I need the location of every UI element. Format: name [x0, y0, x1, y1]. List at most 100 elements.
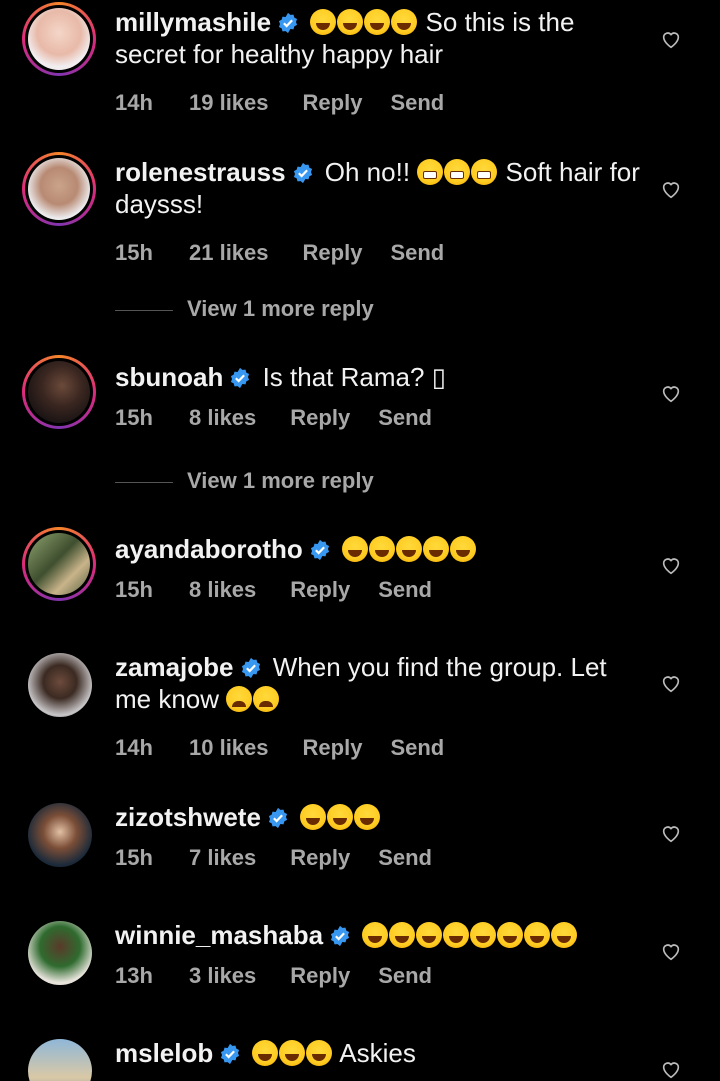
avatar[interactable] — [22, 152, 96, 226]
send-button[interactable]: Send — [390, 735, 444, 761]
username[interactable]: zizotshwete — [115, 802, 261, 832]
likes-count[interactable]: 8 likes — [189, 405, 256, 431]
rofl-emoji-icon — [389, 922, 416, 948]
likes-count[interactable]: 10 likes — [189, 735, 269, 761]
send-button[interactable]: Send — [378, 577, 432, 603]
reply-button[interactable]: Reply — [303, 90, 363, 116]
heart-icon[interactable] — [660, 178, 682, 200]
heart-icon[interactable] — [660, 382, 682, 404]
comment-time: 14h — [115, 735, 153, 760]
comment-time: 14h — [115, 90, 153, 115]
comment-item: mslelob Askies — [0, 1031, 720, 1081]
comment-body: Askies — [339, 1038, 416, 1068]
avatar[interactable] — [28, 803, 92, 867]
verified-badge-icon — [221, 1043, 240, 1065]
comment-text: ayandaborotho — [115, 533, 640, 565]
comment-text: zizotshwete — [115, 801, 640, 833]
grinning-emoji-icon — [310, 9, 337, 35]
rofl-emoji-icon — [443, 922, 470, 948]
avatar[interactable] — [28, 1039, 92, 1081]
username[interactable]: mslelob — [115, 1038, 213, 1068]
reply-button[interactable]: Reply — [303, 735, 363, 761]
comment-time: 13h — [115, 963, 153, 988]
heart-icon[interactable] — [660, 940, 682, 962]
likes-count[interactable]: 19 likes — [189, 90, 269, 116]
view-more-replies[interactable]: View 1 more reply — [115, 296, 374, 322]
send-button[interactable]: Send — [378, 963, 432, 989]
avatar[interactable] — [28, 921, 92, 985]
reply-button[interactable]: Reply — [290, 577, 350, 603]
verified-badge-icon — [293, 162, 312, 184]
reply-button[interactable]: Reply — [290, 963, 350, 989]
username[interactable]: ayandaborotho — [115, 534, 303, 564]
avatar[interactable] — [28, 653, 92, 717]
likes-count[interactable]: 21 likes — [189, 240, 269, 266]
avatar[interactable] — [22, 527, 96, 601]
username[interactable]: sbunoah — [115, 362, 223, 392]
comment-text: zamajobe When you find the group. Let me… — [115, 651, 640, 715]
joy-emoji-icon — [369, 536, 396, 562]
send-button[interactable]: Send — [390, 240, 444, 266]
likes-count[interactable]: 8 likes — [189, 577, 256, 603]
username[interactable]: rolenestrauss — [115, 157, 286, 187]
rofl-emoji-icon — [524, 922, 551, 948]
verified-badge-icon — [268, 807, 287, 829]
reply-button[interactable]: Reply — [303, 240, 363, 266]
comment-time: 15h — [115, 845, 153, 870]
comment-time: 15h — [115, 405, 153, 430]
likes-count[interactable]: 7 likes — [189, 845, 256, 871]
reply-button[interactable]: Reply — [290, 405, 350, 431]
comment-text: winnie_mashaba — [115, 919, 640, 951]
heart-icon[interactable] — [660, 822, 682, 844]
grinning-emoji-icon — [364, 9, 391, 35]
view-more-replies[interactable]: View 1 more reply — [115, 468, 374, 494]
grinning-emoji-icon — [337, 9, 364, 35]
view-more-label: View 1 more reply — [187, 296, 374, 321]
comment-time: 15h — [115, 577, 153, 602]
verified-badge-icon — [331, 925, 350, 947]
rofl-emoji-icon — [416, 922, 443, 948]
divider-line — [115, 481, 173, 483]
send-button[interactable]: Send — [378, 405, 432, 431]
grinning-emoji-icon — [354, 804, 381, 830]
joy-emoji-icon — [396, 536, 423, 562]
divider-line — [115, 309, 173, 311]
verified-badge-icon — [310, 539, 329, 561]
send-button[interactable]: Send — [390, 90, 444, 116]
grinning-emoji-icon — [300, 804, 327, 830]
weary-emoji-icon — [253, 686, 280, 712]
heart-icon[interactable] — [660, 672, 682, 694]
verified-badge-icon — [279, 12, 298, 34]
rofl-emoji-icon — [470, 922, 497, 948]
joy-emoji-icon — [423, 536, 450, 562]
username[interactable]: zamajobe — [115, 652, 234, 682]
heart-icon[interactable] — [660, 1058, 682, 1080]
grimacing-emoji-icon — [471, 159, 498, 185]
rofl-emoji-icon — [551, 922, 578, 948]
likes-count[interactable]: 3 likes — [189, 963, 256, 989]
comment-text: rolenestrauss Oh no!! Soft hair for days… — [115, 156, 640, 220]
username[interactable]: millymashile — [115, 7, 271, 37]
heart-icon[interactable] — [660, 554, 682, 576]
rofl-emoji-icon — [362, 922, 389, 948]
send-button[interactable]: Send — [378, 845, 432, 871]
avatar[interactable] — [22, 2, 96, 76]
username[interactable]: winnie_mashaba — [115, 920, 323, 950]
joy-emoji-icon — [342, 536, 369, 562]
verified-badge-icon — [231, 367, 250, 389]
reply-button[interactable]: Reply — [290, 845, 350, 871]
comment-body: Oh no!! — [324, 157, 411, 187]
comment-text: sbunoah Is that Rama? ▯ — [115, 361, 640, 393]
grinning-emoji-icon — [327, 804, 354, 830]
comment-text: mslelob Askies — [115, 1037, 640, 1069]
comment-body: Is that Rama? ▯ — [262, 362, 446, 392]
rofl-emoji-icon — [497, 922, 524, 948]
avatar[interactable] — [22, 355, 96, 429]
grinning-emoji-icon — [279, 1040, 306, 1066]
comment-text: millymashile So this is the secret for h… — [115, 6, 640, 70]
grinning-emoji-icon — [391, 9, 418, 35]
verified-badge-icon — [241, 657, 260, 679]
heart-icon[interactable] — [660, 28, 682, 50]
joy-emoji-icon — [450, 536, 477, 562]
grinning-emoji-icon — [306, 1040, 333, 1066]
